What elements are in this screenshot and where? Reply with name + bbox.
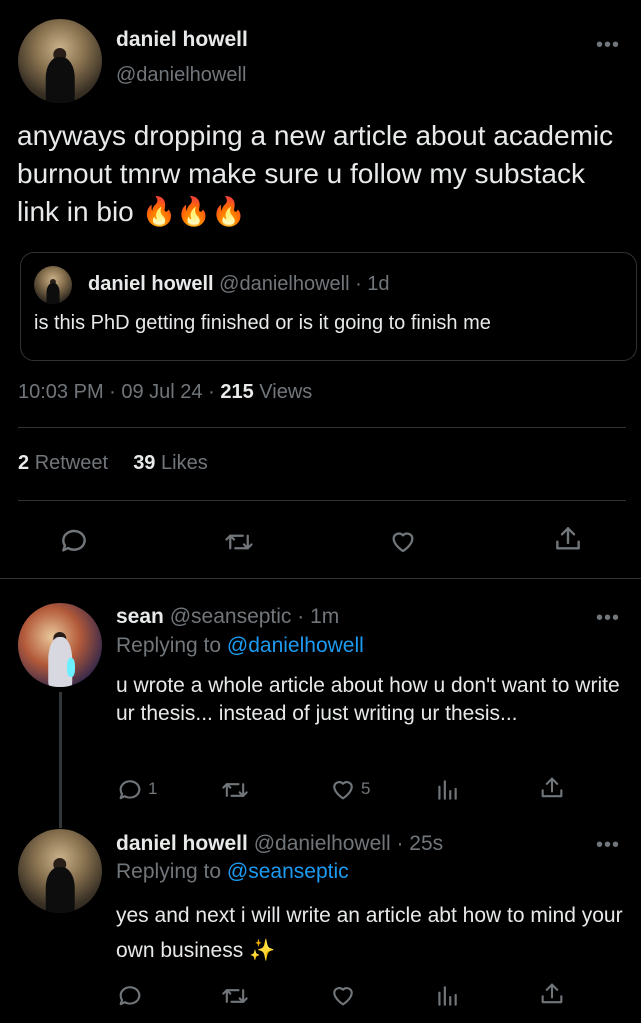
likes-count: 39: [133, 452, 156, 474]
tweet-meta: 10:03 PM · 09 Jul 24 · 215 Views: [18, 381, 312, 404]
author-handle[interactable]: @danielhowell: [116, 64, 246, 87]
tweet-stats: 2 Retweet 39 Likes: [18, 452, 208, 475]
retweet-count: 2: [18, 452, 30, 474]
timestamp: 10:03 PM · 09 Jul 24 ·: [18, 381, 215, 403]
like-icon[interactable]: [386, 526, 420, 556]
quoted-author-handle: @danielhowell: [219, 273, 350, 295]
author-avatar[interactable]: [18, 19, 102, 103]
reply-text: u wrote a whole article about how u don'…: [116, 674, 620, 725]
views-icon[interactable]: [434, 982, 460, 1010]
thread-line: [59, 692, 62, 828]
author-name[interactable]: daniel howell: [116, 28, 248, 52]
likes-label: Likes: [161, 452, 208, 474]
retweet-icon[interactable]: [222, 527, 256, 557]
reply-header: daniel howell @danielhowell · 25s: [116, 832, 443, 856]
replying-to-prefix: Replying to: [116, 634, 222, 657]
replying-to: Replying to @seanseptic: [116, 860, 349, 884]
views-icon[interactable]: [434, 776, 460, 804]
reply-icon[interactable]: [116, 776, 144, 804]
divider: [18, 427, 626, 428]
reply-icon[interactable]: [116, 982, 144, 1010]
share-icon[interactable]: [538, 774, 566, 802]
quoted-header: daniel howell @danielhowell · 1d: [88, 273, 390, 296]
fire-icon: 🔥🔥🔥: [141, 196, 247, 227]
sparkles-icon: ✨: [249, 939, 276, 962]
share-icon[interactable]: [538, 980, 566, 1008]
quoted-author-name: daniel howell: [88, 273, 214, 295]
replying-to-link[interactable]: @seanseptic: [227, 860, 349, 883]
retweet-icon[interactable]: [220, 982, 250, 1010]
replying-to-prefix: Replying to: [116, 860, 222, 883]
replying-to-link[interactable]: @danielhowell: [227, 634, 364, 657]
more-icon[interactable]: •••: [596, 834, 620, 857]
reply-icon[interactable]: [58, 525, 90, 557]
retweet-label: Retweet: [34, 452, 109, 474]
more-icon[interactable]: •••: [596, 34, 620, 57]
reply-author-name[interactable]: daniel howell: [116, 832, 248, 855]
quoted-time: · 1d: [355, 273, 390, 295]
quoted-avatar: [34, 266, 72, 304]
like-icon[interactable]: [328, 981, 358, 1009]
tweet-text: anyways dropping a new article about aca…: [17, 117, 627, 231]
views-count: 215: [220, 381, 254, 403]
more-icon[interactable]: •••: [596, 607, 620, 630]
quoted-text: is this PhD getting finished or is it go…: [34, 312, 491, 334]
views-label: Views: [259, 381, 313, 403]
reply-header: sean @seanseptic · 1m: [116, 605, 339, 629]
like-count: 5: [361, 779, 371, 798]
replying-to: Replying to @danielhowell: [116, 634, 364, 658]
quoted-tweet[interactable]: [20, 252, 637, 361]
reply-text-body: yes and next i will write an article abt…: [116, 904, 623, 962]
reply-author-handle[interactable]: @danielhowell: [254, 832, 391, 855]
reply-avatar[interactable]: [18, 603, 102, 687]
reply-text: yes and next i will write an article abt…: [116, 898, 626, 968]
reply-author-handle[interactable]: @seanseptic: [170, 605, 292, 628]
likes-stat[interactable]: 39 Likes: [133, 452, 208, 474]
reply-avatar[interactable]: [18, 829, 102, 913]
divider: [18, 500, 626, 501]
reply-time: · 25s: [396, 832, 444, 855]
like-icon[interactable]: [328, 775, 358, 803]
reply-author-name[interactable]: sean: [116, 605, 164, 628]
divider: [0, 578, 641, 579]
share-icon[interactable]: [551, 523, 585, 555]
reply-time: · 1m: [297, 605, 340, 628]
reply-count: 1: [148, 779, 158, 798]
tweet-text-body: anyways dropping a new article about aca…: [17, 120, 614, 227]
retweet-stat[interactable]: 2 Retweet: [18, 452, 114, 474]
retweet-icon[interactable]: [220, 776, 250, 804]
